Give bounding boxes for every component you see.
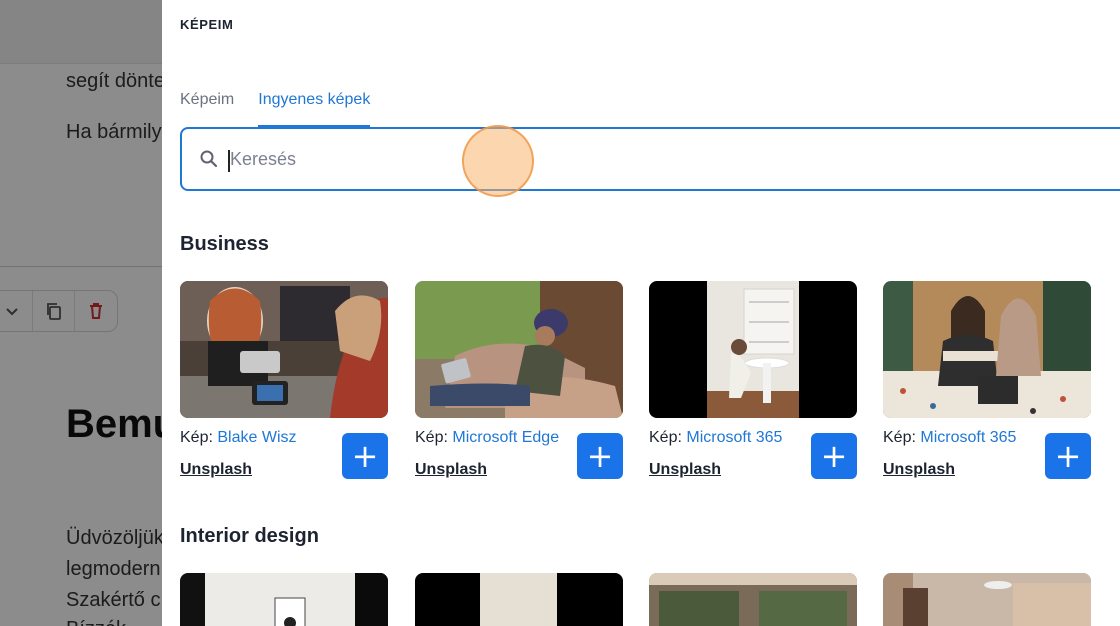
image-card: Kép: Microsoft Edge Unsplash + — [415, 281, 623, 479]
image-thumbnail[interactable] — [180, 281, 388, 418]
credit-prefix: Kép: — [883, 429, 916, 446]
text-cursor — [228, 150, 230, 172]
click-indicator — [462, 125, 534, 197]
section-title-interior-design: Interior design — [180, 525, 319, 547]
image-credit: Kép: Blake Wisz — [180, 429, 297, 447]
plus-icon: + — [586, 437, 614, 475]
tab-free-images[interactable]: Ingyenes képek — [258, 90, 371, 127]
add-image-button[interactable]: + — [342, 433, 388, 479]
source-link[interactable]: Unsplash — [649, 461, 721, 479]
plus-icon: + — [820, 437, 848, 475]
image-card — [415, 573, 623, 626]
plus-icon: + — [351, 437, 379, 475]
image-thumbnail[interactable] — [883, 281, 1091, 418]
credit-prefix: Kép: — [649, 429, 682, 446]
image-credit: Kép: Microsoft 365 — [883, 429, 1016, 447]
search-icon — [198, 148, 220, 170]
image-credit: Kép: Microsoft 365 — [649, 429, 782, 447]
panel-title: KÉPEIM — [180, 17, 234, 32]
author-link[interactable]: Microsoft 365 — [686, 429, 782, 446]
tab-my-images[interactable]: Képeim — [180, 90, 234, 127]
plus-icon: + — [1054, 437, 1082, 475]
tab-bar: Képeim Ingyenes képek — [180, 90, 394, 127]
image-card: Kép: Microsoft 365 Unsplash + — [649, 281, 857, 479]
image-card — [883, 573, 1091, 626]
author-link[interactable]: Microsoft Edge — [452, 429, 559, 446]
source-link[interactable]: Unsplash — [180, 461, 252, 479]
image-thumbnail[interactable] — [415, 573, 623, 626]
image-thumbnail[interactable] — [649, 573, 857, 626]
image-credit: Kép: Microsoft Edge — [415, 429, 559, 447]
add-image-button[interactable]: + — [1045, 433, 1091, 479]
image-picker-panel: KÉPEIM Képeim Ingyenes képek Business — [162, 0, 1120, 626]
add-image-button[interactable]: + — [577, 433, 623, 479]
image-card — [649, 573, 857, 626]
image-thumbnail[interactable] — [180, 573, 388, 626]
image-thumbnail[interactable] — [415, 281, 623, 418]
image-card — [180, 573, 388, 626]
search-box[interactable] — [180, 127, 1120, 191]
source-link[interactable]: Unsplash — [883, 461, 955, 479]
section-title-business: Business — [180, 233, 269, 255]
image-thumbnail[interactable] — [883, 573, 1091, 626]
image-card: Kép: Microsoft 365 Unsplash + — [883, 281, 1091, 479]
credit-prefix: Kép: — [180, 429, 213, 446]
add-image-button[interactable]: + — [811, 433, 857, 479]
credit-prefix: Kép: — [415, 429, 448, 446]
image-card: Kép: Blake Wisz Unsplash + — [180, 281, 388, 479]
author-link[interactable]: Microsoft 365 — [920, 429, 1016, 446]
source-link[interactable]: Unsplash — [415, 461, 487, 479]
author-link[interactable]: Blake Wisz — [217, 429, 296, 446]
image-thumbnail[interactable] — [649, 281, 857, 418]
